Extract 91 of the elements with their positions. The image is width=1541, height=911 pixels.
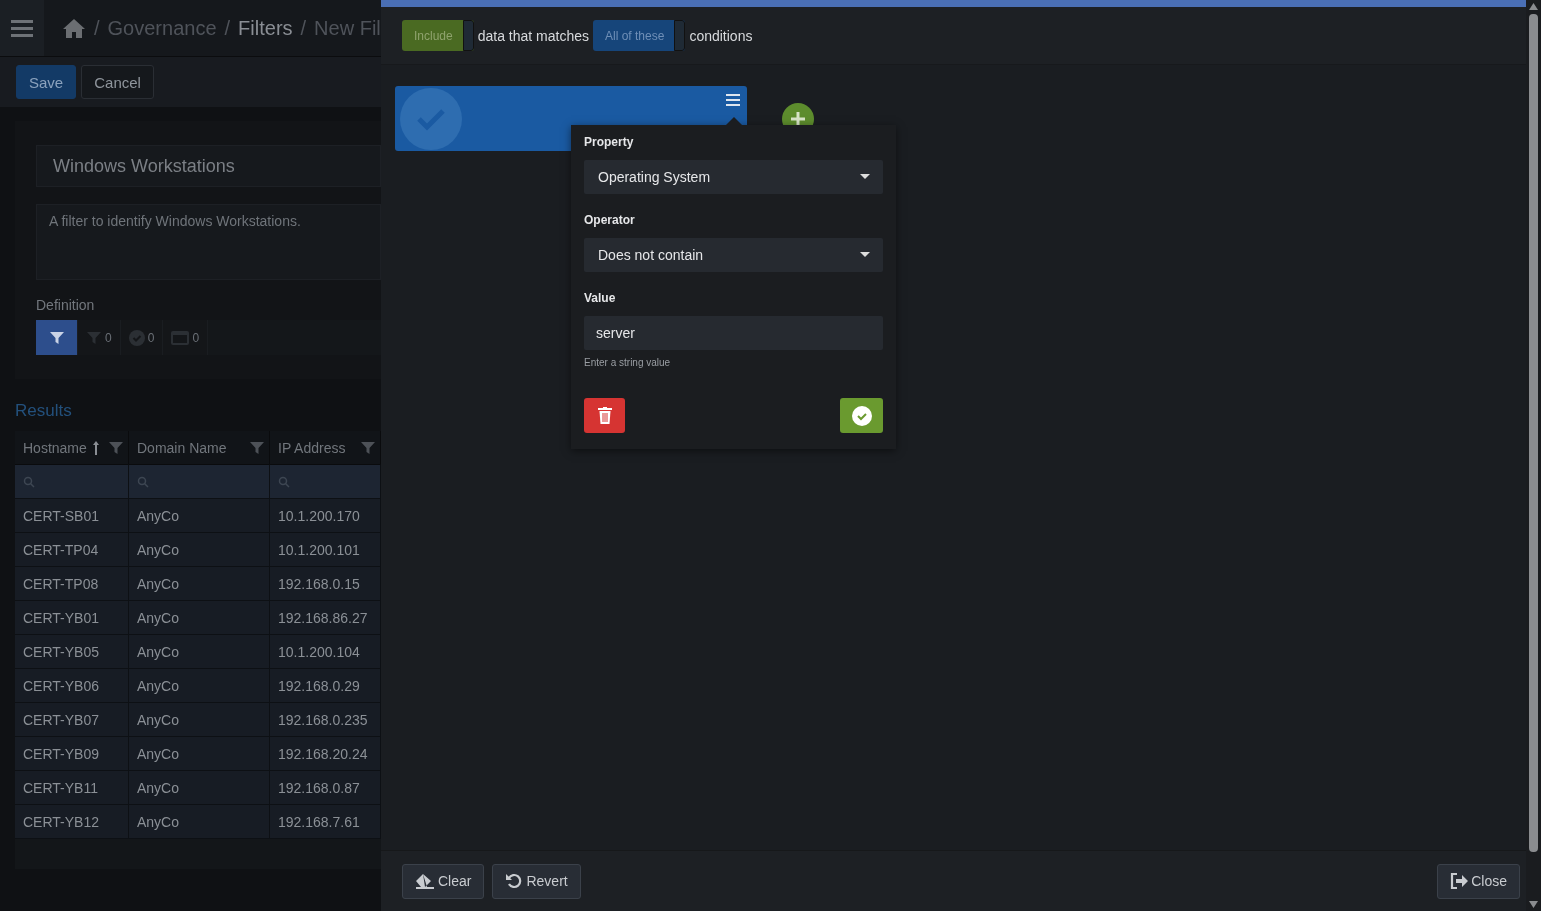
definition-label: Definition (36, 297, 96, 313)
table-cell: CERT-YB05 (15, 634, 129, 668)
plus-icon (790, 111, 806, 127)
definition-tab[interactable] (36, 320, 78, 355)
funnel-icon (108, 439, 124, 456)
table-cell: AnyCo (129, 566, 270, 600)
funnel-icon (86, 329, 102, 346)
table-cell: 192.168.86.27 (270, 600, 381, 634)
breadcrumb-link[interactable]: New Fil (314, 16, 381, 40)
filter-name-field[interactable]: Windows Workstations (36, 145, 381, 187)
table-cell: 192.168.7.61 (270, 804, 381, 838)
check-circle-icon (851, 405, 872, 426)
table-cell: CERT-YB09 (15, 736, 129, 770)
table-cell: AnyCo (129, 634, 270, 668)
menu-icon[interactable] (726, 94, 740, 106)
breadcrumb-separator: / (300, 16, 307, 40)
eraser-icon (415, 873, 435, 889)
caret-icon (860, 174, 870, 180)
include-toggle[interactable]: Include (402, 20, 474, 51)
menu-icon (11, 19, 33, 37)
results-heading: Results (15, 401, 73, 421)
table-cell: AnyCo (129, 804, 270, 838)
delete-button[interactable] (584, 398, 625, 433)
description-field[interactable]: A filter to identify Windows Workstations. (36, 204, 381, 280)
home-icon[interactable] (62, 18, 86, 38)
condition-text: conditions (689, 27, 753, 44)
table-cell: CERT-YB06 (15, 668, 129, 702)
check-circle-icon (128, 329, 145, 346)
caret-icon (860, 252, 870, 258)
table-cell: CERT-YB11 (15, 770, 129, 804)
column-search-field[interactable] (270, 464, 381, 498)
table-cell: AnyCo (129, 736, 270, 770)
value-label: Value (584, 291, 617, 305)
column-header[interactable]: IP Address (270, 431, 381, 464)
property-dropdown[interactable]: Operating System (584, 160, 883, 194)
table-cell: 192.168.0.235 (270, 702, 381, 736)
table-cell: AnyCo (129, 770, 270, 804)
table-cell: AnyCo (129, 702, 270, 736)
funnel-icon (360, 439, 376, 456)
operator-label: Operator (584, 213, 636, 227)
operator-dropdown[interactable]: Does not contain (584, 238, 883, 272)
table-cell: 192.168.0.29 (270, 668, 381, 702)
table-cell: CERT-YB12 (15, 804, 129, 838)
table-cell: 10.1.200.104 (270, 634, 381, 668)
cancel-button[interactable]: Cancel (81, 65, 154, 99)
column-header[interactable]: Hostname (15, 431, 129, 464)
scroll-up-icon[interactable] (1529, 3, 1538, 10)
clear-button[interactable]: Clear (402, 863, 485, 899)
funnel-icon (48, 329, 65, 346)
calendar-icon (171, 330, 190, 345)
breadcrumb-link[interactable]: Governance (107, 16, 217, 40)
column-header[interactable]: Domain Name (129, 431, 270, 464)
revert-button[interactable]: Revert (492, 863, 581, 899)
match-toggle[interactable]: All of these (593, 20, 686, 51)
table-cell: CERT-TP04 (15, 532, 129, 566)
table-cell: CERT-SB01 (15, 498, 129, 532)
search-icon (278, 475, 290, 488)
table-cell: AnyCo (129, 600, 270, 634)
table-cell: CERT-YB07 (15, 702, 129, 736)
value-field[interactable]: server (584, 316, 883, 350)
table-cell: AnyCo (129, 668, 270, 702)
table-cell: 10.1.200.170 (270, 498, 381, 532)
scrollbar[interactable] (1526, 0, 1541, 911)
property-label: Property (584, 135, 635, 149)
condition-text: data that matches (477, 27, 589, 44)
exit-icon (1450, 873, 1469, 889)
undo-icon (505, 873, 524, 889)
breadcrumb-separator: / (224, 16, 231, 40)
save-button[interactable]: Save (16, 65, 77, 99)
table-cell: 192.168.0.15 (270, 566, 381, 600)
close-button[interactable]: Close (1437, 863, 1520, 899)
column-search-field[interactable] (15, 464, 129, 498)
table-cell: AnyCo (129, 498, 270, 532)
search-icon (23, 475, 35, 488)
menu-button[interactable] (0, 0, 44, 56)
scroll-down-icon[interactable] (1529, 901, 1538, 908)
table-cell: AnyCo (129, 532, 270, 566)
table-cell: 192.168.0.87 (270, 770, 381, 804)
breadcrumb-link[interactable]: Filters (238, 16, 293, 40)
table-cell: CERT-YB01 (15, 600, 129, 634)
confirm-button[interactable] (840, 398, 883, 433)
search-icon (137, 475, 149, 488)
funnel-icon (249, 439, 265, 456)
breadcrumb-separator: / (94, 16, 100, 40)
value-hint: Enter a string value (584, 357, 672, 368)
table-cell: 10.1.200.101 (270, 532, 381, 566)
table-cell: 192.168.20.24 (270, 736, 381, 770)
trash-icon (597, 407, 612, 424)
scrollbar-thumb[interactable] (1529, 14, 1538, 852)
column-search-field[interactable] (129, 464, 270, 498)
table-cell: CERT-TP08 (15, 566, 129, 600)
